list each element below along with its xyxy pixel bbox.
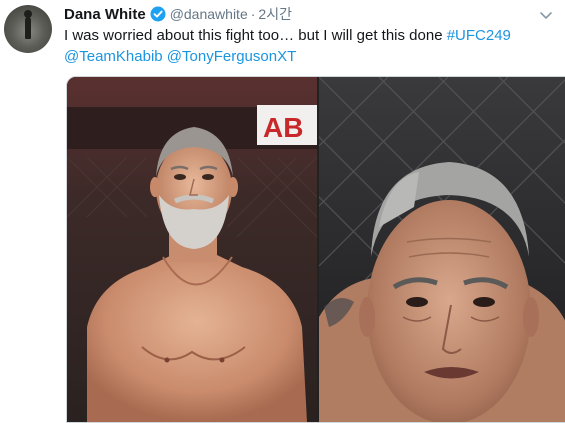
tweet-text: I was worried about this fight too… but … <box>64 25 554 67</box>
timestamp[interactable]: 2시간 <box>258 4 292 24</box>
tweet: Dana White @danawhite · 2시간 I was worrie… <box>0 0 565 423</box>
media-photo-left[interactable]: AB <box>67 77 317 422</box>
mention-link-ferguson[interactable]: @TonyFergusonXT <box>167 48 296 65</box>
separator-dot: · <box>250 6 256 22</box>
mention-link-khabib[interactable]: @TeamKhabib <box>64 48 163 65</box>
author-handle[interactable]: @danawhite <box>170 6 248 22</box>
hashtag-link[interactable]: #UFC249 <box>447 27 511 44</box>
avatar[interactable] <box>4 5 52 53</box>
author-name[interactable]: Dana White <box>64 6 146 23</box>
avatar-figure <box>24 10 32 39</box>
tweet-media[interactable]: AB <box>66 76 565 423</box>
media-photo-right[interactable] <box>319 77 565 422</box>
tweet-header: Dana White @danawhite · 2시간 <box>64 5 292 23</box>
tweet-body: I was worried about this fight too… but … <box>64 27 443 44</box>
chevron-down-icon[interactable] <box>539 8 553 20</box>
sign-text: AB <box>263 112 303 143</box>
verified-badge-icon <box>150 6 166 22</box>
